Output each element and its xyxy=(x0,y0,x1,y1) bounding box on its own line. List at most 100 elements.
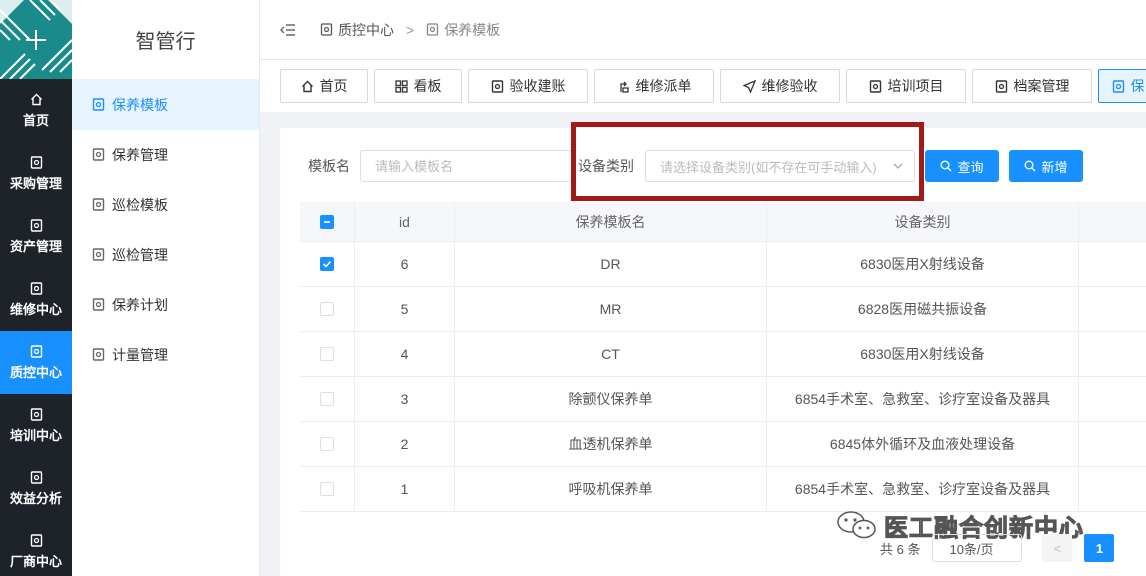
row-select-cell xyxy=(300,242,355,286)
search-icon xyxy=(940,160,952,172)
submenu-item[interactable]: 计量管理 xyxy=(72,330,259,380)
nav-item[interactable]: 采购管理 xyxy=(0,142,72,205)
wechat-icon xyxy=(836,509,878,541)
table-row[interactable]: 3 除颤仪保养单 6854手术室、急救室、诊疗室设备及器具 xyxy=(300,377,1146,422)
row-select-cell xyxy=(300,287,355,331)
breadcrumb-item[interactable]: 质控中心 xyxy=(338,20,394,40)
nav-item[interactable]: 资产管理 xyxy=(0,205,72,268)
nav-item[interactable]: 维修中心 xyxy=(0,268,72,331)
header: 质控中心 > 保养模板 xyxy=(260,0,1146,60)
search-button[interactable]: 查询 xyxy=(925,150,999,182)
tab[interactable]: 看板 xyxy=(374,69,462,103)
column-header-id[interactable]: id xyxy=(355,202,455,241)
document-icon xyxy=(92,248,106,262)
pagination-total: 共 6 条 xyxy=(880,541,921,557)
main-nav: 首页采购管理资产管理 维修中心 质控中心培训中心效益分析厂商中心 xyxy=(0,0,72,576)
submenu-item[interactable]: 保养计划 xyxy=(72,280,259,330)
tab[interactable]: 维修派单 xyxy=(594,69,714,103)
document-icon xyxy=(92,148,106,162)
add-button[interactable]: 新增 xyxy=(1009,150,1083,182)
row-checkbox[interactable] xyxy=(320,437,334,451)
document-icon xyxy=(426,23,439,36)
sub-menu: 智管行 保养模板 保养管理 巡检模板 巡检管理 保养计划 计量管理 xyxy=(72,0,260,576)
send-icon xyxy=(742,79,756,93)
tab[interactable]: 培训项目 xyxy=(846,69,966,103)
row-checkbox[interactable] xyxy=(320,257,334,271)
tab[interactable]: 验收建账 xyxy=(468,69,588,103)
cell-category: 6854手术室、急救室、诊疗室设备及器具 xyxy=(767,377,1079,421)
category-select[interactable]: 请选择设备类别(如不存在可手动输入) xyxy=(645,150,915,182)
cell-id: 6 xyxy=(355,242,455,286)
cell-category: 6830医用X射线设备 xyxy=(767,332,1079,376)
nav-item-label: 采购管理 xyxy=(9,176,62,191)
template-table: id 保养模板名 设备类别 6 DR 6830医用X射线设备 5 MR 6828医用磁共振… xyxy=(300,202,1146,512)
column-header-name[interactable]: 保养模板名 xyxy=(455,202,767,241)
tab-label: 首页 xyxy=(319,78,348,94)
row-checkbox[interactable] xyxy=(320,392,334,406)
submenu-item[interactable]: 保养管理 xyxy=(72,130,259,180)
row-checkbox[interactable] xyxy=(320,347,334,361)
table-row[interactable]: 4 CT 6830医用X射线设备 xyxy=(300,332,1146,377)
tab[interactable]: 保 xyxy=(1098,69,1146,103)
tab-label: 培训项目 xyxy=(887,78,944,94)
collapse-menu-icon[interactable] xyxy=(280,21,298,39)
table-row[interactable]: 1 呼吸机保养单 6854手术室、急救室、诊疗室设备及器具 xyxy=(300,467,1146,512)
submenu-item-label: 巡检管理 xyxy=(112,247,168,263)
row-checkbox[interactable] xyxy=(320,482,334,496)
tab-label: 维修验收 xyxy=(761,78,818,94)
tab[interactable]: 首页 xyxy=(280,69,368,103)
select-all-checkbox[interactable] xyxy=(320,214,334,229)
cell-extra xyxy=(1079,422,1146,466)
document-icon xyxy=(92,348,106,362)
document-icon xyxy=(29,218,43,232)
grid-icon xyxy=(394,79,408,93)
select-all-cell xyxy=(300,202,355,241)
cell-name: 血透机保养单 xyxy=(455,422,767,466)
nav-item[interactable]: 首页 xyxy=(0,79,72,142)
submenu-item[interactable]: 巡检管理 xyxy=(72,230,259,280)
nav-item-label: 培训中心 xyxy=(9,428,62,443)
submenu-item-label: 保养模板 xyxy=(112,97,168,113)
nav-item-label: 厂商中心 xyxy=(9,554,62,569)
document-icon xyxy=(92,198,106,212)
tab-label: 维修派单 xyxy=(635,78,692,94)
chevron-down-icon xyxy=(892,160,904,172)
row-select-cell xyxy=(300,377,355,421)
submenu-item[interactable]: 保养模板 xyxy=(72,80,259,130)
submenu-item[interactable]: 巡检模板 xyxy=(72,180,259,230)
dispatch-icon xyxy=(617,80,630,93)
cell-extra xyxy=(1079,287,1146,331)
table-row[interactable]: 5 MR 6828医用磁共振设备 xyxy=(300,287,1146,332)
check-icon xyxy=(322,260,332,268)
page-size-select[interactable]: 10条/页 xyxy=(932,534,1023,562)
tab[interactable]: 档案管理 xyxy=(972,69,1092,103)
nav-item-label: 效益分析 xyxy=(9,491,62,506)
table-row[interactable]: 2 血透机保养单 6845体外循环及血液处理设备 xyxy=(300,422,1146,467)
nav-item[interactable]: 培训中心 xyxy=(0,394,72,457)
search-icon xyxy=(1024,160,1036,172)
nav-item[interactable]: 效益分析 xyxy=(0,457,72,520)
submenu-item-label: 保养计划 xyxy=(112,297,168,313)
tab-bar: 首页 看板 验收建账 维修派单 维修验收 培训项目 档案管理 保 xyxy=(260,60,1146,112)
current-page-button[interactable]: 1 xyxy=(1084,534,1115,562)
cell-category: 6845体外循环及血液处理设备 xyxy=(767,422,1079,466)
tab[interactable]: 维修验收 xyxy=(720,69,840,103)
cell-name: 呼吸机保养单 xyxy=(455,467,767,511)
document-icon xyxy=(29,281,43,295)
logo xyxy=(0,0,72,79)
cell-name: DR xyxy=(455,242,767,286)
row-checkbox[interactable] xyxy=(320,302,334,316)
cell-category: 6830医用X射线设备 xyxy=(767,242,1079,286)
category-label: 设备类别 xyxy=(578,158,634,174)
nav-item[interactable]: 厂商中心 xyxy=(0,520,72,576)
template-name-input[interactable] xyxy=(360,150,572,182)
category-placeholder: 请选择设备类别(如不存在可手动输入) xyxy=(660,159,877,175)
document-icon xyxy=(29,470,43,484)
prev-page-button[interactable]: < xyxy=(1042,534,1073,562)
cell-id: 1 xyxy=(355,467,455,511)
tab-label: 保 xyxy=(1130,78,1145,94)
nav-item-label: 首页 xyxy=(22,113,49,128)
table-row[interactable]: 6 DR 6830医用X射线设备 xyxy=(300,242,1146,287)
column-header-category[interactable]: 设备类别 xyxy=(767,202,1079,241)
nav-item[interactable]: 质控中心 xyxy=(0,331,72,394)
